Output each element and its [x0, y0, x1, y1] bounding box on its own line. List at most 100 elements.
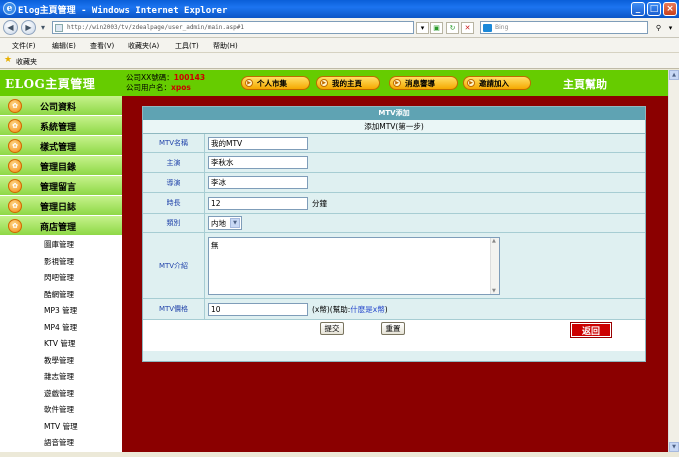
flower-icon: ✿: [8, 119, 22, 133]
personal-market-button[interactable]: ▶ 个人市集: [241, 76, 310, 90]
menu-file[interactable]: 文件(F): [12, 41, 36, 51]
favorites-bar: ★ 收藏夹: [0, 53, 679, 69]
flower-icon: ✿: [8, 219, 22, 233]
field-row-category: 類別 内地 ▼: [143, 214, 645, 233]
stop-icon[interactable]: ✕: [461, 22, 474, 34]
sidebar-sub-mp3[interactable]: MP3 管理: [0, 302, 122, 319]
menu-tools[interactable]: 工具(T): [175, 41, 199, 51]
field-label: 時長: [143, 193, 205, 213]
field-row-star: 主演 李秋水: [143, 153, 645, 173]
mtv-add-form: MTV添加 添加MTV(第一步) MTV名稱 我的MTV 主演 李秋水 導演 李…: [142, 106, 646, 362]
category-select[interactable]: 内地 ▼: [208, 216, 242, 230]
compatibility-icon[interactable]: ▣: [430, 22, 443, 34]
homepage-help-link[interactable]: 主頁幫助: [563, 76, 607, 92]
textarea-scrollbar[interactable]: [490, 237, 499, 294]
flower-icon: ✿: [8, 159, 22, 173]
field-row-director: 導演 李冰: [143, 173, 645, 193]
sidebar-sub-software[interactable]: 軟件管理: [0, 401, 122, 418]
sidebar-item-directory[interactable]: ✿ 管理目錄: [0, 156, 122, 176]
my-homepage-button[interactable]: ▶ 我的主頁: [316, 76, 380, 90]
chevron-down-icon: ▼: [230, 218, 240, 228]
sidebar-item-company-info[interactable]: ✿ 公司資料: [0, 96, 122, 116]
intro-textarea[interactable]: 無: [208, 236, 500, 295]
field-label: 類別: [143, 214, 205, 232]
flower-icon: ✿: [8, 139, 22, 153]
sidebar-sub-ktv[interactable]: KTV 管理: [0, 335, 122, 352]
menu-favorites[interactable]: 收藏夹(A): [128, 41, 159, 51]
message-guide-button[interactable]: ▶ 消息響導: [389, 76, 458, 90]
maximize-button[interactable]: □: [647, 2, 661, 16]
field-row-name: MTV名稱 我的MTV: [143, 134, 645, 153]
arrow-icon: ▶: [320, 79, 328, 87]
sidebar-item-messages[interactable]: ✿ 管理留言: [0, 176, 122, 196]
window-title: Elog主頁管理 - Windows Internet Explorer: [18, 6, 228, 16]
mtv-name-input[interactable]: 我的MTV: [208, 136, 308, 150]
sidebar-item-store[interactable]: ✿ 商店管理: [0, 216, 122, 236]
sidebar-item-style[interactable]: ✿ 樣式管理: [0, 136, 122, 156]
field-label: MTV名稱: [143, 134, 205, 152]
flower-icon: ✿: [8, 179, 22, 193]
refresh-icon[interactable]: ↻: [446, 22, 459, 34]
category-selected: 内地: [211, 218, 226, 228]
address-text: http://win2003/tv/zdealpage/user_admin/m…: [67, 24, 245, 31]
invite-join-button[interactable]: ▶ 邀請加入: [463, 76, 531, 90]
search-placeholder: Bing: [495, 24, 509, 31]
sidebar-item-label: 管理日誌: [40, 203, 77, 213]
price-input[interactable]: 10: [208, 302, 308, 316]
sidebar-item-logs[interactable]: ✿ 管理日誌: [0, 196, 122, 216]
reset-button[interactable]: 重置: [381, 322, 405, 335]
search-input[interactable]: Bing: [480, 21, 648, 34]
what-is-x-coin-link[interactable]: 什麽是x幣: [350, 305, 384, 314]
site-header: ELOG主頁管理 公司XX號碼：100143 公司用户名：xpos ▶ 个人市集 …: [0, 70, 668, 96]
back-icon[interactable]: ◀: [3, 20, 18, 35]
history-dropdown-icon[interactable]: ▾: [38, 20, 48, 35]
sidebar-sub-games[interactable]: 遊戲管理: [0, 385, 122, 402]
ie-logo-icon: e: [3, 2, 16, 15]
sidebar-sub-teaching[interactable]: 教學管理: [0, 352, 122, 369]
favorites-button[interactable]: 收藏夹: [16, 57, 37, 67]
submit-button[interactable]: 提交: [320, 322, 344, 335]
duration-input[interactable]: 12: [208, 196, 308, 210]
address-dropdown-icon[interactable]: ▾: [416, 22, 429, 34]
flower-icon: ✿: [8, 199, 22, 213]
forward-icon[interactable]: ▶: [21, 20, 36, 35]
search-options-icon[interactable]: ▾: [664, 22, 677, 34]
back-button[interactable]: 返回: [570, 322, 612, 338]
page-icon: [55, 24, 63, 32]
arrow-icon: ▶: [393, 79, 401, 87]
sidebar-item-label: 公司資料: [40, 103, 77, 113]
director-input[interactable]: 李冰: [208, 176, 308, 189]
sidebar-item-system[interactable]: ✿ 系統管理: [0, 116, 122, 136]
sidebar-item-label: 樣式管理: [40, 143, 77, 153]
menu-edit[interactable]: 编辑(E): [52, 41, 76, 51]
scroll-down-icon[interactable]: ▼: [669, 442, 679, 452]
field-row-price: MTV價格 10 (x幣)(幫助:什麽是x幣): [143, 299, 645, 320]
star-input[interactable]: 李秋水: [208, 156, 308, 169]
sidebar-sub-magazine[interactable]: 雜志管理: [0, 368, 122, 385]
scroll-up-icon[interactable]: ▲: [669, 70, 679, 80]
address-input[interactable]: http://win2003/tv/zdealpage/user_admin/m…: [52, 21, 414, 34]
sidebar-sub-mp4[interactable]: MP4 管理: [0, 319, 122, 336]
site-logo: ELOG主頁管理: [5, 77, 96, 91]
close-window-button[interactable]: ×: [663, 2, 677, 16]
sidebar-sub-cool-sites[interactable]: 酷網管理: [0, 286, 122, 303]
field-row-duration: 時長 12 分鐘: [143, 193, 645, 214]
user-name: xpos: [171, 83, 191, 92]
flower-icon: ✿: [8, 99, 22, 113]
user-label: 公司用户名：: [126, 83, 171, 92]
minimize-button[interactable]: _: [631, 2, 645, 16]
form-actions: 提交 重置 返回: [143, 320, 645, 338]
sidebar-sub-video[interactable]: 影視管理: [0, 253, 122, 270]
sidebar-item-label: 管理留言: [40, 183, 77, 193]
account-number: 100143: [173, 73, 206, 82]
page-content: ELOG主頁管理 公司XX號碼：100143 公司用户名：xpos ▶ 个人市集 …: [0, 70, 668, 452]
sidebar-sub-audio[interactable]: 語音管理: [0, 434, 122, 451]
sidebar: ✿ 公司資料 ✿ 系統管理 ✿ 樣式管理 ✿ 管理目錄 ✿ 管理留言 ✿ 管理日誌 ✿ 商店管…: [0, 96, 122, 452]
title-bar: e Elog主頁管理 - Windows Internet Explorer _…: [0, 0, 679, 18]
menu-view[interactable]: 查看(V): [90, 41, 114, 51]
page-scrollbar[interactable]: ▲ ▼: [668, 70, 679, 452]
menu-help[interactable]: 帮助(H): [213, 41, 238, 51]
sidebar-sub-flash[interactable]: 閃吧管理: [0, 269, 122, 286]
sidebar-sub-gallery[interactable]: 圖庫管理: [0, 236, 122, 253]
sidebar-sub-mtv[interactable]: MTV 管理: [0, 418, 122, 435]
